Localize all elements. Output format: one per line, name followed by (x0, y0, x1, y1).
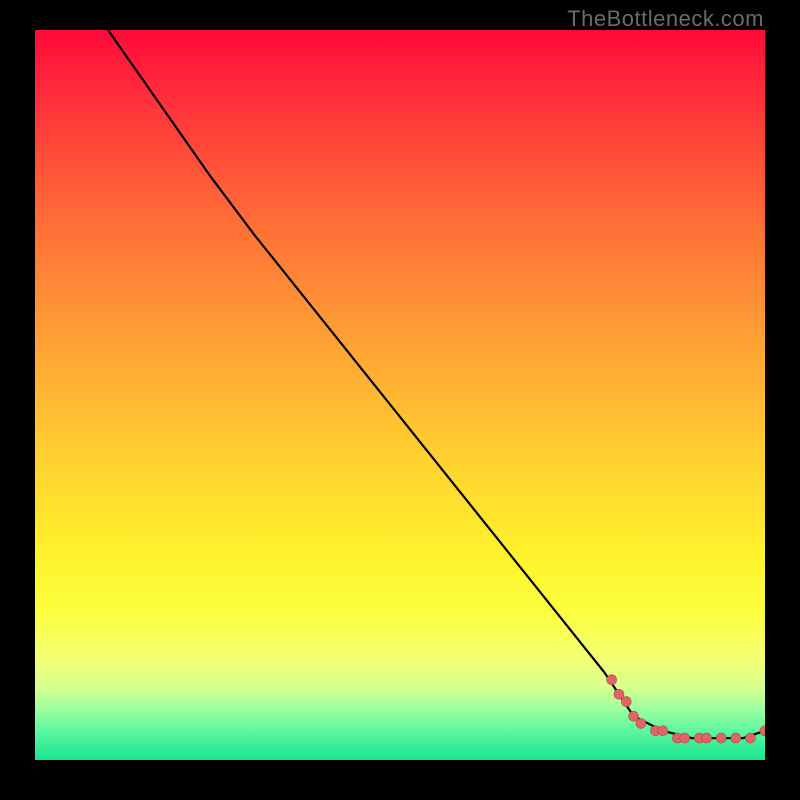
data-point (680, 733, 690, 743)
data-point (636, 719, 646, 729)
data-point (607, 675, 617, 685)
chart-overlay (35, 30, 765, 760)
bottleneck-curve (108, 30, 765, 738)
data-point (658, 726, 668, 736)
plot-area (35, 30, 765, 760)
data-point (621, 697, 631, 707)
data-points (607, 675, 765, 743)
watermark-label: TheBottleneck.com (567, 6, 764, 32)
data-point (745, 733, 755, 743)
data-point (702, 733, 712, 743)
data-point (716, 733, 726, 743)
data-point (731, 733, 741, 743)
data-point (760, 726, 765, 736)
chart-frame: TheBottleneck.com (0, 0, 800, 800)
data-point (629, 711, 639, 721)
data-point (614, 689, 624, 699)
